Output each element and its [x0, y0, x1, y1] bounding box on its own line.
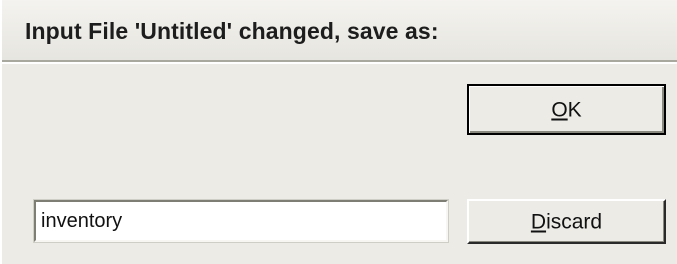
title-bar-divider	[0, 62, 677, 64]
ok-mnemonic: O	[551, 98, 568, 121]
ok-button-label: OK	[469, 99, 664, 120]
discard-button[interactable]: Discard	[467, 199, 666, 244]
save-as-dialog: Input File 'Untitled' changed, save as: …	[0, 0, 677, 264]
discard-label-rest: iscard	[546, 210, 603, 233]
dialog-title: Input File 'Untitled' changed, save as:	[25, 18, 439, 44]
dialog-title-bar: Input File 'Untitled' changed, save as:	[0, 0, 677, 62]
discard-button-label: Discard	[469, 211, 664, 232]
discard-mnemonic: D	[530, 210, 547, 233]
filename-input[interactable]	[33, 199, 449, 243]
ok-button[interactable]: OK	[467, 84, 666, 135]
dialog-left-edge	[0, 0, 2, 264]
ok-label-rest: K	[567, 98, 582, 121]
